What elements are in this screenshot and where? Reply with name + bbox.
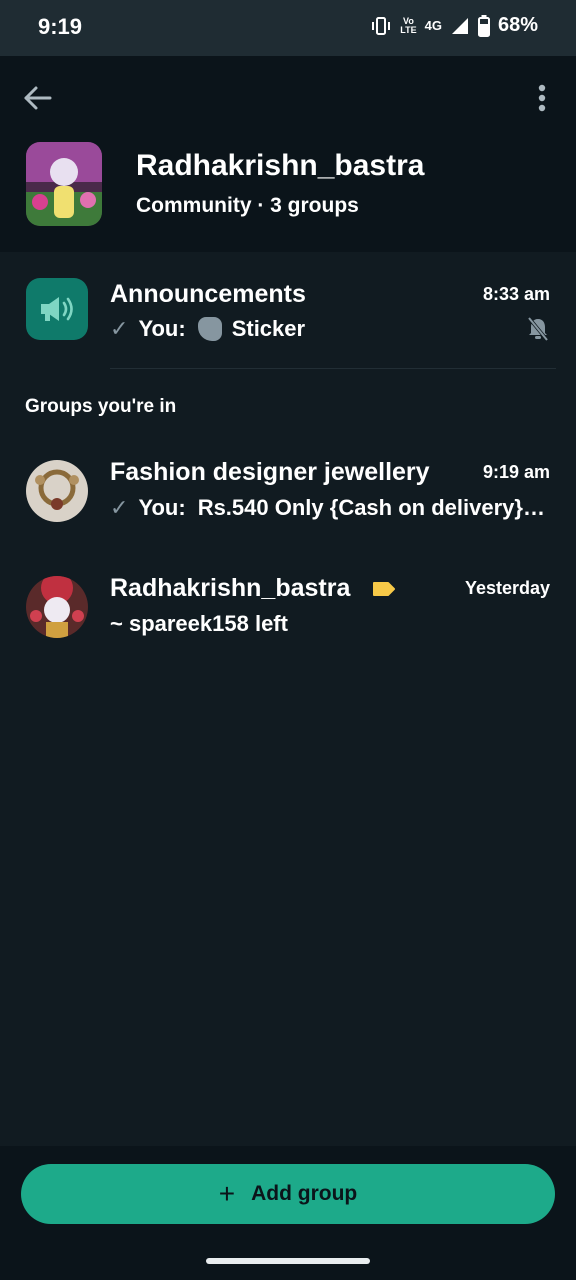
sticker-icon — [197, 317, 222, 341]
muted-bell-icon — [527, 316, 549, 342]
add-group-label: Add group — [251, 1182, 358, 1205]
network-type: 4G — [424, 18, 442, 33]
community-avatar[interactable] — [26, 142, 102, 226]
divider — [110, 368, 556, 369]
community-meta[interactable]: Community · 3 groups — [136, 194, 359, 218]
add-group-button[interactable]: + Add group — [21, 1164, 555, 1224]
sender-label: You: — [138, 495, 186, 520]
message-preview: Sticker — [231, 316, 306, 341]
group-time: Yesterday — [464, 578, 550, 598]
check-icon: ✓ — [110, 316, 129, 341]
status-bar: 9:19 Vo LTE 4G 68% — [0, 0, 576, 56]
status-icons: Vo LTE 4G 68% — [370, 14, 538, 37]
sender-label: You: — [138, 316, 186, 341]
more-vert-icon[interactable] — [528, 82, 556, 114]
group-title: Radhakrishn_bastra — [110, 574, 396, 603]
section-label: Groups you're in — [25, 396, 177, 417]
status-time: 9:19 — [38, 14, 83, 39]
list-item[interactable]: Radhakrishn_bastra Yesterday ~ spareek15… — [0, 556, 576, 660]
announcements-row[interactable]: Announcements 8:33 am ✓ You: Sticker — [0, 252, 576, 368]
back-arrow-icon[interactable] — [22, 82, 54, 114]
signal-icon — [451, 17, 468, 34]
announcements-title: Announcements — [110, 280, 306, 308]
bottom-bar: + Add group — [0, 1146, 576, 1280]
volte-indicator: Vo LTE — [400, 15, 417, 35]
plus-icon: + — [218, 1178, 236, 1209]
gesture-nav-handle[interactable] — [206, 1258, 370, 1264]
vibrate-icon — [372, 16, 391, 35]
community-header: Radhakrishn_bastra Community · 3 groups — [0, 56, 576, 252]
community-name: Radhakrishn_bastra — [136, 149, 425, 182]
message-preview: Rs.540 Only {Cash on delivery}… — [197, 495, 545, 520]
battery-icon — [477, 14, 490, 37]
announcements-time: 8:33 am — [482, 284, 550, 304]
announcement-icon — [26, 278, 88, 340]
group-title: Fashion designer jewellery — [110, 458, 430, 486]
list-item[interactable]: Fashion designer jewellery 9:19 am ✓ You… — [0, 440, 576, 544]
announcements-preview: ✓ You: Sticker — [110, 316, 305, 342]
avatar — [26, 460, 88, 522]
message-preview: ~ spareek158 left — [110, 611, 288, 636]
check-icon: ✓ — [110, 495, 129, 520]
avatar — [26, 576, 88, 638]
group-preview: ~ spareek158 left — [110, 611, 288, 637]
group-preview: ✓ You: Rs.540 Only {Cash on delivery}… — [110, 495, 545, 521]
battery-percent: 68% — [497, 14, 538, 36]
group-time: 9:19 am — [482, 462, 550, 482]
label-tag-icon — [373, 582, 396, 597]
